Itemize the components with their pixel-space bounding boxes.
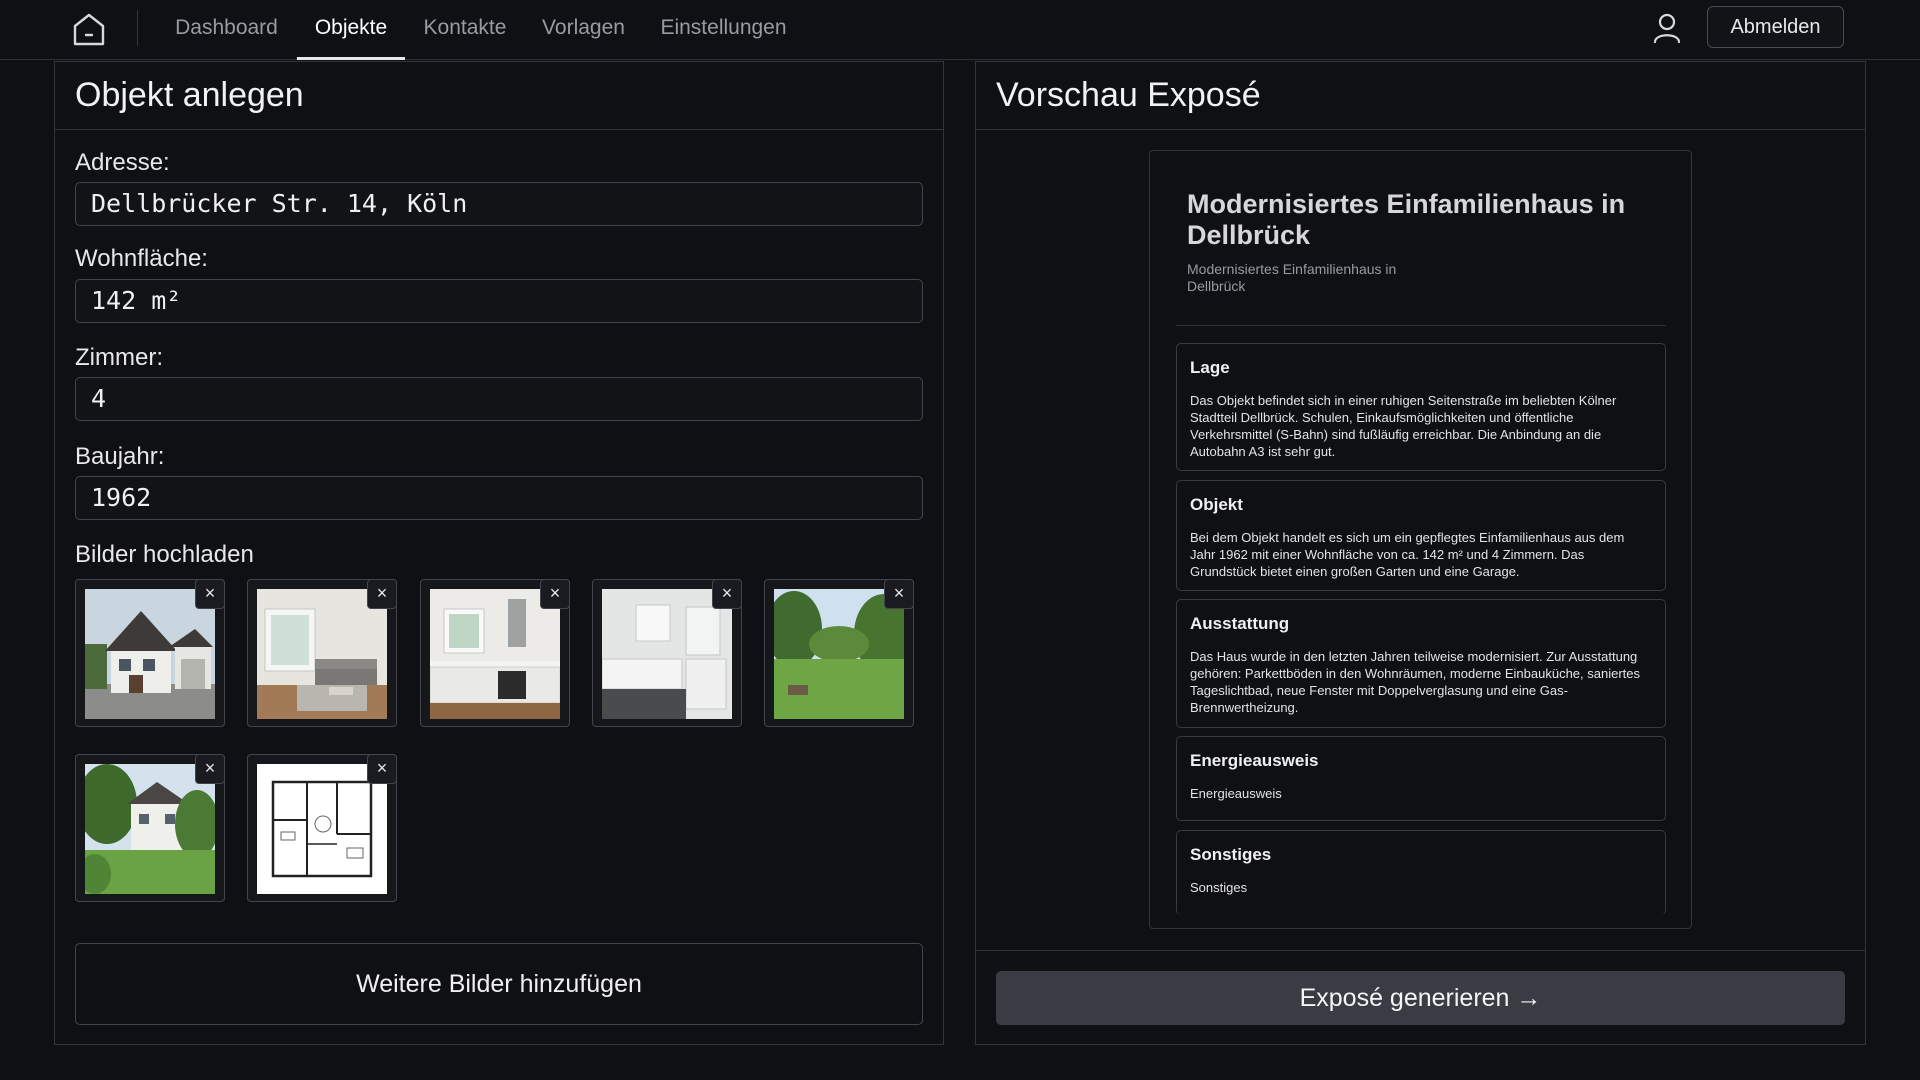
tab-dashboard[interactable]: Dashboard [175, 0, 278, 60]
living-room-image [257, 589, 387, 719]
remove-image-button[interactable]: × [712, 579, 742, 609]
tab-vorlagen[interactable]: Vorlagen [541, 0, 626, 60]
remove-image-button[interactable]: × [884, 579, 914, 609]
section-body: Energieausweis [1190, 786, 1282, 801]
expose-preview-card: Modernisiertes Einfamilienhaus in Dellbr… [1149, 150, 1692, 929]
year-input[interactable]: 1962 [75, 476, 923, 520]
year-label: Baujahr: [75, 443, 165, 470]
tab-einstellungen[interactable]: Einstellungen [659, 0, 788, 60]
section-sonstiges: Sonstiges Sonstiges [1176, 830, 1666, 915]
remove-image-button[interactable]: × [367, 579, 397, 609]
section-title: Sonstiges [1190, 845, 1272, 864]
section-body: Sonstiges [1190, 880, 1248, 895]
object-form-panel: Objekt anlegen Adresse: Dellbrücker Str.… [54, 61, 944, 1045]
remove-image-button[interactable]: × [540, 579, 570, 609]
area-input[interactable]: 142 m² [75, 279, 923, 323]
section-title: Objekt [1190, 495, 1243, 514]
section-lage: Lage Das Objekt befindet sich in einer r… [1176, 343, 1666, 471]
image-thumbnail[interactable]: × [592, 579, 742, 727]
user-icon[interactable] [1652, 12, 1682, 44]
bathroom-image [602, 589, 732, 719]
image-thumbnail[interactable]: × [247, 754, 397, 902]
address-label: Adresse: [75, 149, 170, 176]
section-title: Ausstattung [1190, 614, 1290, 633]
house-exterior-image [85, 589, 215, 719]
home-icon[interactable] [70, 10, 108, 48]
kitchen-image [430, 589, 560, 719]
section-body: Das Haus wurde in den letzten Jahren tei… [1190, 649, 1640, 715]
image-thumbnail[interactable]: × [420, 579, 570, 727]
address-input[interactable]: Dellbrücker Str. 14, Köln [75, 182, 923, 226]
expose-preview-panel: Vorschau Exposé Modernisiertes Einfamili… [975, 61, 1866, 1045]
footer-divider [976, 950, 1865, 951]
image-thumbnail[interactable]: × [247, 579, 397, 727]
form-title: Objekt anlegen [55, 62, 943, 130]
section-ausstattung: Ausstattung Das Haus wurde in den letzte… [1176, 599, 1666, 728]
section-title: Energieausweis [1190, 751, 1319, 770]
remove-image-button[interactable]: × [367, 754, 397, 784]
upload-label: Bilder hochladen [75, 541, 254, 568]
house-garden-view-image [85, 764, 215, 894]
rooms-input[interactable]: 4 [75, 377, 923, 421]
floor-plan-image [257, 764, 387, 894]
nav-divider [137, 10, 138, 46]
remove-image-button[interactable]: × [195, 754, 225, 784]
section-body: Bei dem Objekt handelt es sich um ein ge… [1190, 530, 1625, 579]
section-body: Das Objekt befindet sich in einer ruhige… [1190, 393, 1617, 459]
section-title: Lage [1190, 358, 1230, 377]
remove-image-button[interactable]: × [195, 579, 225, 609]
top-navigation: Dashboard Objekte Kontakte Vorlagen Eins… [0, 0, 1920, 60]
generate-expose-button[interactable]: Exposé generieren → [996, 971, 1845, 1025]
divider [1176, 325, 1666, 326]
logout-button[interactable]: Abmelden [1707, 6, 1844, 48]
expose-title: Modernisiertes Einfamilienhaus in Dellbr… [1187, 189, 1626, 250]
section-energieausweis: Energieausweis Energieausweis [1176, 736, 1666, 821]
image-thumbnail[interactable]: × [764, 579, 914, 727]
garden-image [774, 589, 904, 719]
section-objekt: Objekt Bei dem Objekt handelt es sich um… [1176, 480, 1666, 591]
tab-objekte[interactable]: Objekte [297, 0, 405, 60]
tab-kontakte[interactable]: Kontakte [422, 0, 508, 60]
image-thumbnail[interactable]: × [75, 754, 225, 902]
preview-title: Vorschau Exposé [976, 62, 1865, 130]
rooms-label: Zimmer: [75, 344, 163, 371]
add-more-images-button[interactable]: Weitere Bilder hinzufügen [75, 943, 923, 1025]
expose-subtitle: Modernisiertes Einfamilienhaus in Dellbr… [1187, 261, 1397, 294]
area-label: Wohnfläche: [75, 245, 208, 272]
image-thumbnail[interactable]: × [75, 579, 225, 727]
